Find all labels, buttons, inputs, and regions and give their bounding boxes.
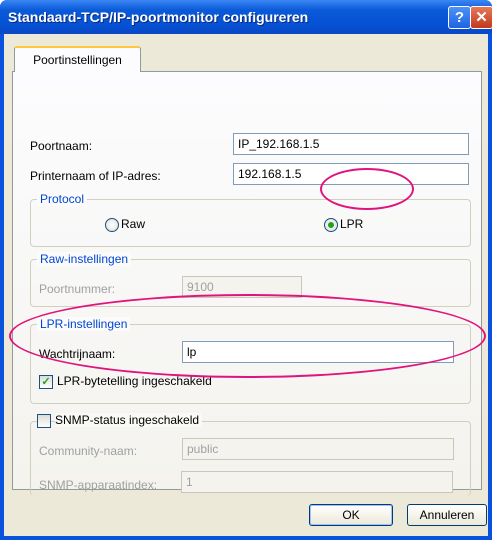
port-name-input[interactable]: IP_192.168.1.5 bbox=[233, 133, 469, 155]
port-name-label: Poortnaam: bbox=[30, 139, 93, 153]
printer-address-label: Printernaam of IP-adres: bbox=[30, 169, 161, 183]
protocol-group-label: Protocol bbox=[37, 192, 88, 206]
lpr-highlight-ellipse bbox=[320, 168, 414, 210]
close-button[interactable]: ✕ bbox=[470, 6, 492, 29]
port-number-label: Poortnummer: bbox=[39, 282, 116, 296]
snmp-status-label[interactable]: SNMP-status ingeschakeld bbox=[55, 413, 203, 427]
dialog-window: Standaard-TCP/IP-poortmonitor configurer… bbox=[0, 0, 492, 540]
cancel-button[interactable]: Annuleren bbox=[407, 504, 487, 526]
ok-button[interactable]: OK bbox=[309, 504, 393, 526]
protocol-group: Protocol Raw LPR bbox=[30, 192, 471, 247]
community-name-input[interactable]: public bbox=[182, 438, 454, 460]
device-index-label: SNMP-apparaatindex: bbox=[39, 478, 158, 492]
tab-panel: Poortnaam: IP_192.168.1.5 Printernaam of… bbox=[12, 71, 482, 496]
community-name-label: Community-naam: bbox=[39, 444, 138, 458]
lpr-settings-highlight-ellipse bbox=[9, 294, 486, 378]
raw-radio-button[interactable] bbox=[105, 218, 119, 232]
lpr-radio-label[interactable]: LPR bbox=[340, 217, 363, 231]
window-title: Standaard-TCP/IP-poortmonitor configurer… bbox=[8, 9, 309, 25]
title-bar[interactable]: Standaard-TCP/IP-poortmonitor configurer… bbox=[0, 0, 492, 34]
raw-radio-label[interactable]: Raw bbox=[121, 217, 145, 231]
tab-poortinstellingen[interactable]: Poortinstellingen bbox=[14, 46, 141, 72]
dialog-client-area: Poortinstellingen Poortnaam: IP_192.168.… bbox=[4, 34, 488, 536]
lpr-radio-button[interactable] bbox=[324, 218, 338, 232]
snmp-status-checkbox[interactable] bbox=[37, 414, 51, 428]
help-button[interactable]: ? bbox=[448, 6, 471, 29]
raw-settings-group-label: Raw-instellingen bbox=[37, 252, 132, 266]
device-index-input[interactable]: 1 bbox=[181, 471, 453, 493]
lpr-byte-count-checkbox[interactable]: ✓ bbox=[39, 375, 53, 389]
